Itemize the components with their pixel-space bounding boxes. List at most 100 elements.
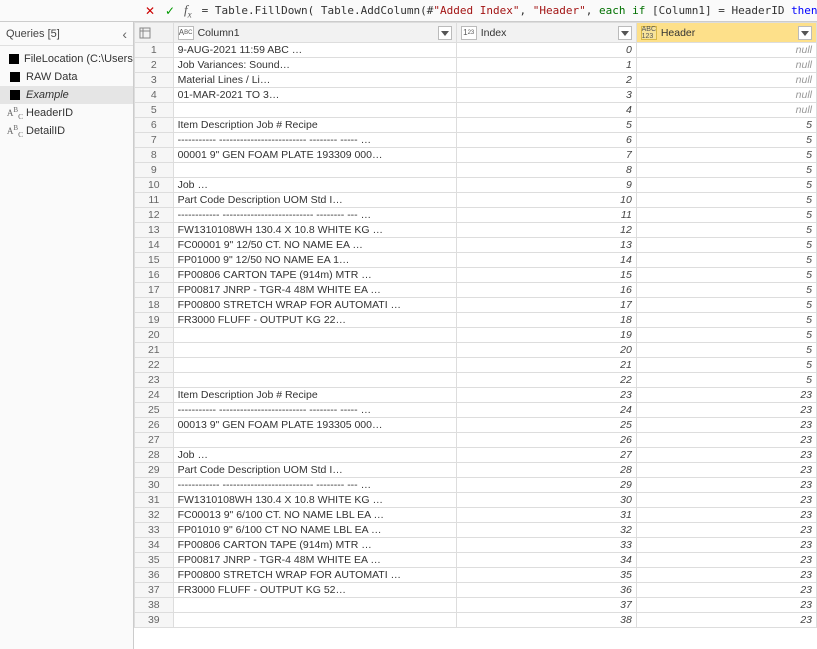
cell-header[interactable]: 23: [636, 493, 816, 508]
formula-cancel-button[interactable]: ✕: [140, 2, 160, 20]
row-number[interactable]: 4: [135, 88, 174, 103]
cell-column1[interactable]: FP00817 JNRP - TGR-4 48M WHITE EA …: [173, 283, 456, 298]
cell-header[interactable]: 5: [636, 118, 816, 133]
query-item[interactable]: ABCHeaderID: [0, 104, 133, 122]
cell-column1[interactable]: [173, 328, 456, 343]
cell-column1[interactable]: ------------ -------------------------- …: [173, 478, 456, 493]
row-number[interactable]: 22: [135, 358, 174, 373]
cell-header[interactable]: 5: [636, 328, 816, 343]
cell-header[interactable]: null: [636, 43, 816, 58]
cell-header[interactable]: 23: [636, 403, 816, 418]
table-row[interactable]: 34 FP00806 CARTON TAPE (914m) MTR …3323: [135, 538, 817, 553]
cell-index[interactable]: 1: [456, 58, 636, 73]
cell-column1[interactable]: [173, 433, 456, 448]
cell-index[interactable]: 24: [456, 403, 636, 418]
cell-index[interactable]: 13: [456, 238, 636, 253]
cell-column1[interactable]: Material Lines / Li…: [173, 73, 456, 88]
table-row[interactable]: 32 FC00013 9" 6/100 CT. NO NAME LBL EA ……: [135, 508, 817, 523]
cell-header[interactable]: 23: [636, 598, 816, 613]
cell-header[interactable]: 5: [636, 313, 816, 328]
cell-column1[interactable]: Job Variances: Sound…: [173, 58, 456, 73]
cell-column1[interactable]: 00001 9" GEN FOAM PLATE 193309 000…: [173, 148, 456, 163]
formula-confirm-button[interactable]: ✓: [160, 2, 180, 20]
table-row[interactable]: 12 ------------ ------------------------…: [135, 208, 817, 223]
cell-column1[interactable]: Item Description Job # Recipe: [173, 388, 456, 403]
row-number[interactable]: 39: [135, 613, 174, 628]
cell-index[interactable]: 11: [456, 208, 636, 223]
cell-column1[interactable]: 01-MAR-2021 TO 3…: [173, 88, 456, 103]
row-number[interactable]: 18: [135, 298, 174, 313]
datatype-any-icon[interactable]: ABC123: [641, 26, 657, 40]
cell-header[interactable]: 5: [636, 208, 816, 223]
cell-header[interactable]: 5: [636, 268, 816, 283]
cell-index[interactable]: 26: [456, 433, 636, 448]
cell-column1[interactable]: FP01010 9" 6/100 CT NO NAME LBL EA …: [173, 523, 456, 538]
cell-column1[interactable]: [173, 163, 456, 178]
table-row[interactable]: 20195: [135, 328, 817, 343]
row-number[interactable]: 36: [135, 568, 174, 583]
cell-header[interactable]: null: [636, 103, 816, 118]
column-filter-dropdown[interactable]: [438, 26, 452, 40]
cell-index[interactable]: 15: [456, 268, 636, 283]
cell-header[interactable]: 5: [636, 133, 816, 148]
cell-index[interactable]: 12: [456, 223, 636, 238]
cell-column1[interactable]: FC00001 9" 12/50 CT. NO NAME EA …: [173, 238, 456, 253]
cell-column1[interactable]: [173, 613, 456, 628]
row-number[interactable]: 21: [135, 343, 174, 358]
row-number[interactable]: 8: [135, 148, 174, 163]
cell-column1[interactable]: FR3000 FLUFF - OUTPUT KG 52…: [173, 583, 456, 598]
cell-column1[interactable]: FP00800 STRETCH WRAP FOR AUTOMATI …: [173, 298, 456, 313]
cell-header[interactable]: null: [636, 73, 816, 88]
table-row[interactable]: 10 Job …95: [135, 178, 817, 193]
cell-header[interactable]: 23: [636, 583, 816, 598]
cell-column1[interactable]: ----------- ------------------------- --…: [173, 403, 456, 418]
query-item[interactable]: ABCDetailID: [0, 122, 133, 140]
select-all-corner[interactable]: [135, 23, 174, 43]
cell-column1[interactable]: FP00817 JNRP - TGR-4 48M WHITE EA …: [173, 553, 456, 568]
datatype-text-icon[interactable]: ABC: [178, 26, 194, 40]
cell-index[interactable]: 33: [456, 538, 636, 553]
cell-index[interactable]: 2: [456, 73, 636, 88]
cell-header[interactable]: 5: [636, 373, 816, 388]
row-number[interactable]: 15: [135, 253, 174, 268]
cell-index[interactable]: 34: [456, 553, 636, 568]
table-row[interactable]: 24Item Description Job # Recipe2323: [135, 388, 817, 403]
table-row[interactable]: 37 FR3000 FLUFF - OUTPUT KG 52…3623: [135, 583, 817, 598]
cell-column1[interactable]: FP00800 STRETCH WRAP FOR AUTOMATI …: [173, 568, 456, 583]
cell-column1[interactable]: 9-AUG-2021 11:59 ABC …: [173, 43, 456, 58]
row-number[interactable]: 6: [135, 118, 174, 133]
row-number[interactable]: 32: [135, 508, 174, 523]
row-number[interactable]: 9: [135, 163, 174, 178]
cell-column1[interactable]: FW1310108WH 130.4 X 10.8 WHITE KG …: [173, 223, 456, 238]
column-header-header[interactable]: ABC123 Header: [636, 23, 816, 43]
column-filter-dropdown[interactable]: [798, 26, 812, 40]
cell-index[interactable]: 37: [456, 598, 636, 613]
table-row[interactable]: 2600013 9" GEN FOAM PLATE 193305 000…252…: [135, 418, 817, 433]
cell-column1[interactable]: [173, 358, 456, 373]
table-row[interactable]: 7----------- ------------------------- -…: [135, 133, 817, 148]
cell-index[interactable]: 31: [456, 508, 636, 523]
row-number[interactable]: 37: [135, 583, 174, 598]
table-row[interactable]: 2 Job Variances: Sound…1null: [135, 58, 817, 73]
table-row[interactable]: 28 Job …2723: [135, 448, 817, 463]
cell-index[interactable]: 5: [456, 118, 636, 133]
table-row[interactable]: 272623: [135, 433, 817, 448]
table-row[interactable]: 22215: [135, 358, 817, 373]
table-row[interactable]: 14 FC00001 9" 12/50 CT. NO NAME EA …135: [135, 238, 817, 253]
cell-column1[interactable]: Part Code Description UOM Std I…: [173, 193, 456, 208]
row-number[interactable]: 25: [135, 403, 174, 418]
cell-column1[interactable]: [173, 103, 456, 118]
cell-header[interactable]: 23: [636, 508, 816, 523]
cell-header[interactable]: 5: [636, 343, 816, 358]
row-number[interactable]: 11: [135, 193, 174, 208]
cell-index[interactable]: 17: [456, 298, 636, 313]
cell-index[interactable]: 14: [456, 253, 636, 268]
row-number[interactable]: 10: [135, 178, 174, 193]
table-row[interactable]: 31 FW1310108WH 130.4 X 10.8 WHITE KG …30…: [135, 493, 817, 508]
query-item[interactable]: Example: [0, 86, 133, 104]
cell-index[interactable]: 38: [456, 613, 636, 628]
table-row[interactable]: 36 FP00800 STRETCH WRAP FOR AUTOMATI …35…: [135, 568, 817, 583]
row-number[interactable]: 34: [135, 538, 174, 553]
table-row[interactable]: 23225: [135, 373, 817, 388]
row-number[interactable]: 23: [135, 373, 174, 388]
